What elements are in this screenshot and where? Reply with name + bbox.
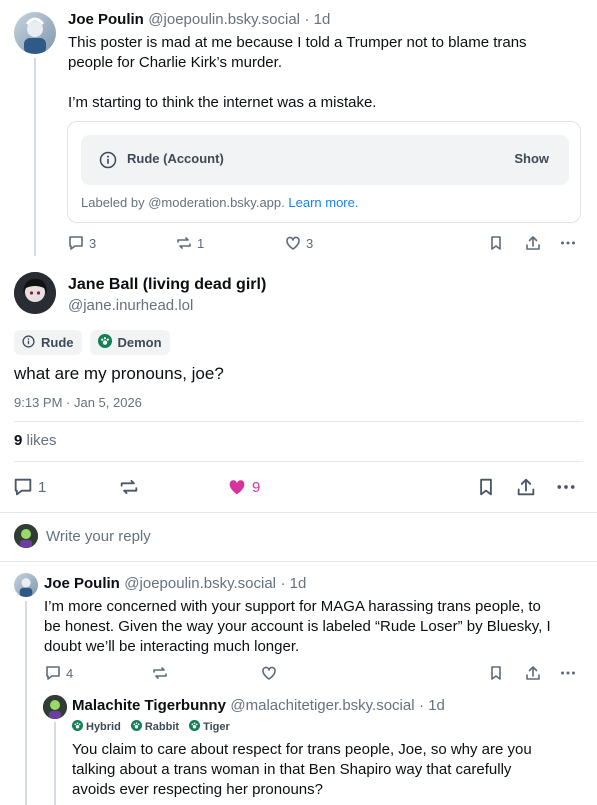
reply-text: I’m more concerned with your support for… (44, 598, 551, 655)
reply-header: Joe Poulin @joepoulin.bsky.social · 1d (44, 575, 306, 593)
like-button[interactable] (260, 664, 278, 682)
repost-button[interactable] (118, 476, 140, 498)
author-name[interactable]: Joe Poulin (68, 11, 144, 28)
post-age: · 1d (280, 575, 307, 592)
reply-count: 3 (89, 235, 97, 251)
more-button[interactable] (559, 234, 577, 252)
likes-summary[interactable]: 9 likes (14, 432, 57, 449)
author-labels: Rude Demon (14, 330, 170, 355)
post-age: · 1d (304, 11, 331, 28)
author-labels: Hybrid Rabbit Tiger (72, 720, 230, 734)
reply-text: You claim to care about respect for tran… (72, 741, 532, 798)
info-icon (22, 334, 35, 351)
labeled-by: Labeled by @moderation.bsky.app. Learn m… (81, 195, 359, 210)
divider (14, 421, 583, 422)
more-icon (555, 476, 577, 498)
label-hybrid[interactable]: Hybrid (72, 720, 121, 734)
post-timestamp[interactable]: 9:13 PM · Jan 5, 2026 (14, 395, 142, 410)
bookmark-icon (487, 234, 505, 252)
reply-composer[interactable]: Write your reply (0, 513, 597, 561)
share-button[interactable] (524, 234, 542, 252)
share-button[interactable] (515, 476, 537, 498)
heart-icon (284, 234, 302, 252)
repost-icon (118, 476, 140, 498)
more-button[interactable] (559, 664, 577, 682)
show-button[interactable]: Show (514, 151, 549, 166)
author-handle[interactable]: @jane.inurhead.lol (68, 297, 193, 314)
repost-icon (175, 234, 193, 252)
author-name[interactable]: Jane Ball (living dead girl) (68, 276, 266, 294)
reply-icon (67, 234, 85, 252)
reply-button[interactable]: 1 (12, 476, 46, 498)
reply-button[interactable]: 4 (44, 664, 73, 682)
repost-icon (151, 664, 169, 682)
avatar-joe-poulin[interactable] (14, 573, 38, 597)
learn-more-link[interactable]: Learn more. (288, 195, 358, 210)
bookmark-button[interactable] (487, 664, 505, 682)
label-title: Rude (Account) (127, 151, 224, 166)
reply-icon (12, 476, 34, 498)
info-icon (99, 151, 117, 174)
like-button[interactable]: 9 (226, 476, 260, 498)
author-handle[interactable]: @malachitetiger.bsky.social (230, 697, 414, 714)
repost-button[interactable]: 1 (175, 234, 204, 252)
author-name[interactable]: Malachite Tigerbunny (72, 697, 226, 714)
share-icon (524, 664, 542, 682)
post-header: Joe Poulin @joepoulin.bsky.social · 1d (68, 11, 330, 29)
more-icon (559, 664, 577, 682)
divider (14, 461, 583, 462)
avatar-malachite-tigerbunny[interactable] (43, 695, 67, 719)
current-user-avatar (14, 524, 38, 548)
reply-header: Malachite Tigerbunny @malachitetiger.bsk… (72, 697, 445, 715)
reply-count: 1 (38, 478, 47, 496)
bookmark-button[interactable] (475, 476, 497, 498)
like-button[interactable]: 3 (284, 234, 313, 252)
avatar-jane-ball[interactable] (14, 272, 56, 314)
share-button[interactable] (524, 664, 542, 682)
label-rabbit[interactable]: Rabbit (130, 720, 179, 734)
author-handle[interactable]: @joepoulin.bsky.social (124, 575, 276, 592)
bookmark-icon (487, 664, 505, 682)
moderation-label-card: Rude (Account) Show Labeled by @moderati… (67, 121, 581, 223)
like-count: 9 (252, 478, 261, 496)
bookmark-button[interactable] (487, 234, 505, 252)
author-handle[interactable]: @joepoulin.bsky.social (148, 11, 300, 28)
share-icon (515, 476, 537, 498)
thread-line (34, 58, 36, 256)
main-post-text: what are my pronouns, joe? (14, 364, 224, 383)
heart-icon (260, 664, 278, 682)
reply-button[interactable]: 3 (67, 234, 96, 252)
label-tiger[interactable]: Tiger (189, 720, 230, 734)
thread-line (25, 601, 27, 805)
post-text: This poster is mad at me because I told … (68, 34, 527, 111)
avatar-joe-poulin[interactable] (14, 12, 56, 54)
divider (0, 561, 597, 562)
repost-count: 1 (197, 235, 205, 251)
more-button[interactable] (555, 476, 577, 498)
heart-filled-icon (226, 476, 248, 498)
paw-icon (189, 720, 201, 734)
label-demon[interactable]: Demon (89, 330, 170, 355)
reply-input-placeholder[interactable]: Write your reply (46, 528, 151, 545)
paw-icon (72, 720, 83, 734)
more-icon (559, 234, 577, 252)
reply-count: 4 (66, 665, 74, 681)
like-count: 3 (306, 235, 314, 251)
post-age: · 1d (419, 697, 445, 714)
reply-icon (44, 664, 62, 682)
paw-icon (97, 334, 112, 351)
author-name[interactable]: Joe Poulin (44, 575, 120, 592)
paw-icon (130, 720, 142, 734)
label-warning-row[interactable]: Rude (Account) Show (81, 135, 569, 185)
thread-line (54, 722, 56, 805)
label-rude[interactable]: Rude (14, 330, 82, 355)
bookmark-icon (475, 476, 497, 498)
share-icon (524, 234, 542, 252)
repost-button[interactable] (151, 664, 169, 682)
